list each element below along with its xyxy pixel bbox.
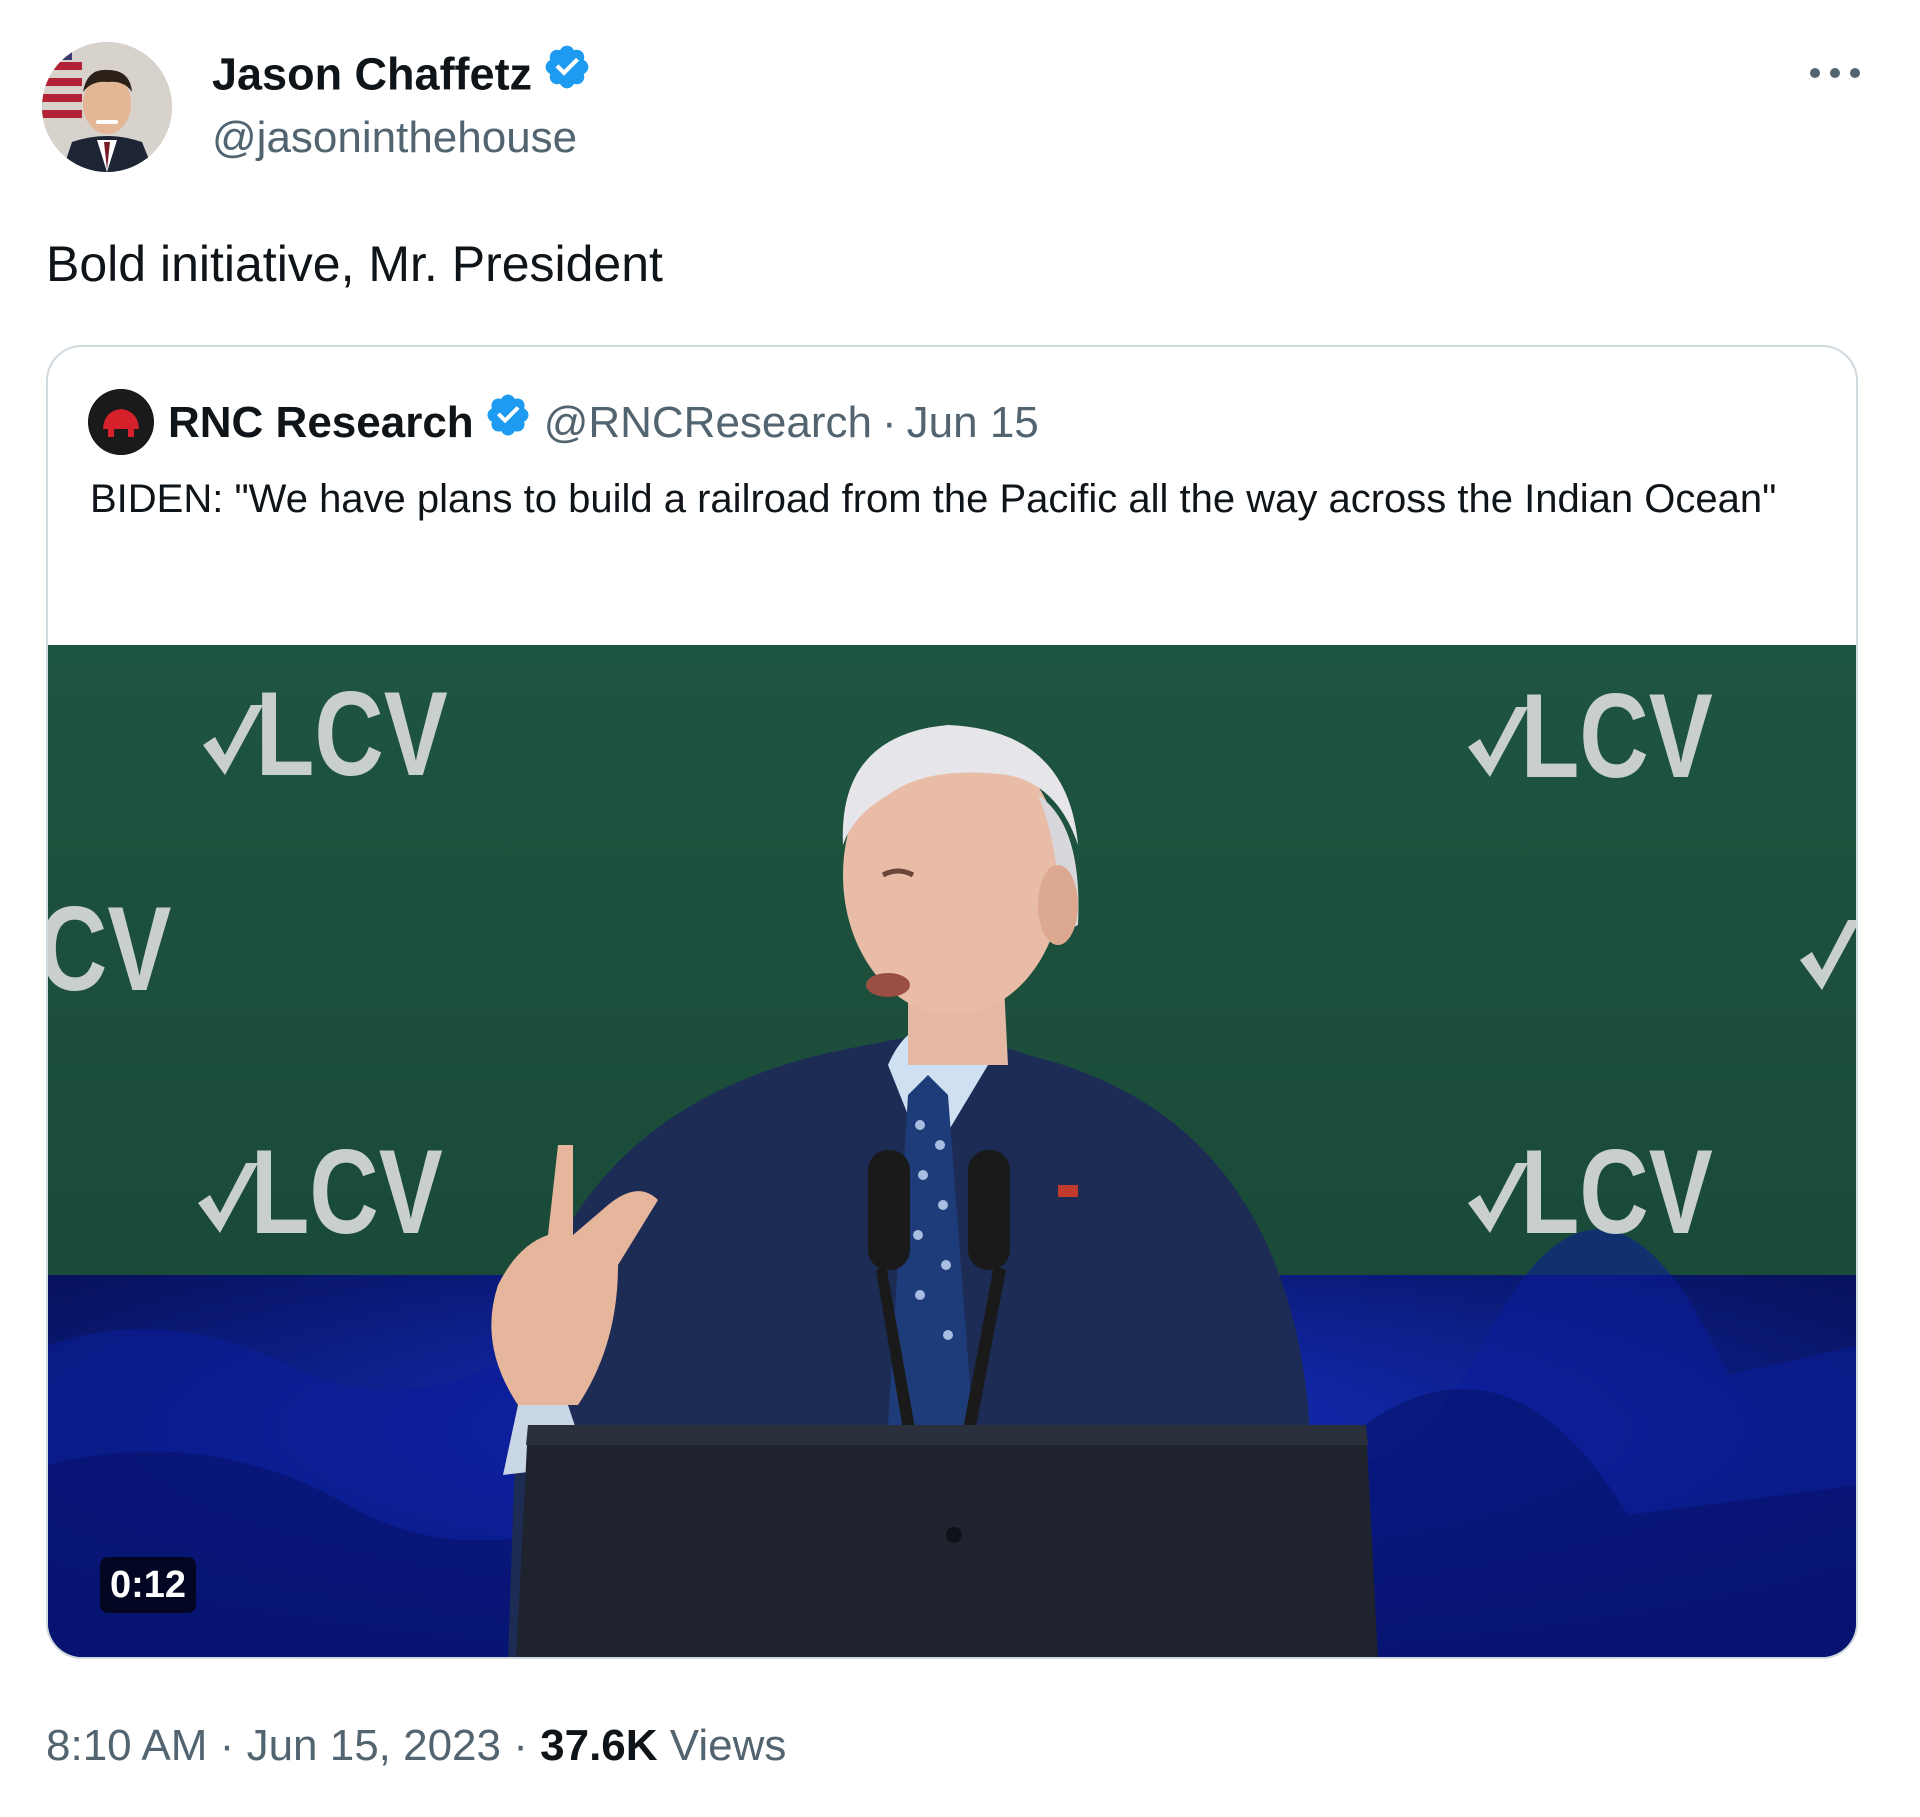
lcv-logo-text: LCV xyxy=(251,1126,443,1260)
more-options-button[interactable] xyxy=(1800,48,1870,98)
video-player[interactable]: LCV LCV LCV LCV CV 0:12 xyxy=(48,645,1856,1657)
tweet-text: Bold initiative, Mr. President xyxy=(46,236,663,292)
author-name-text: Jason Chaffetz xyxy=(212,48,533,100)
quoted-tweet-card[interactable]: RNC Research @RNCResearch · Jun 15 BIDEN… xyxy=(46,345,1858,1659)
more-horizontal-icon xyxy=(1810,68,1860,78)
video-thumbnail: LCV LCV LCV LCV CV xyxy=(48,645,1856,1657)
quoted-author-name[interactable]: RNC Research xyxy=(168,393,474,453)
quoted-author-handle[interactable]: @RNCResearch xyxy=(544,393,872,453)
views-count[interactable]: 37.6K xyxy=(540,1721,657,1770)
video-duration-badge: 0:12 xyxy=(100,1557,197,1613)
quoted-tweet-header: RNC Research @RNCResearch · Jun 15 xyxy=(168,391,1039,455)
lcv-logo-text: LCV xyxy=(256,668,448,802)
separator: · xyxy=(219,1721,235,1770)
verified-badge-icon xyxy=(484,391,532,455)
tweet-time[interactable]: 8:10 AM xyxy=(46,1721,207,1770)
tweet-date[interactable]: Jun 15, 2023 xyxy=(247,1721,501,1770)
tweet-meta: 8:10 AM · Jun 15, 2023 · 37.6K Views xyxy=(46,1716,786,1776)
quoted-tweet-text: BIDEN: "We have plans to build a railroa… xyxy=(90,477,1777,521)
verified-badge-icon xyxy=(542,42,592,105)
author-name[interactable]: Jason Chaffetz xyxy=(212,45,592,109)
quoted-author-avatar[interactable] xyxy=(88,389,154,455)
lcv-logo-text: LCV xyxy=(1521,1126,1713,1260)
author-avatar[interactable] xyxy=(42,42,172,172)
separator: · xyxy=(513,1721,528,1770)
quoted-tweet-date[interactable]: Jun 15 xyxy=(907,393,1039,453)
svg-text:CV: CV xyxy=(48,883,171,1017)
separator: · xyxy=(882,398,897,447)
tweet: Jason Chaffetz @jasoninthehouse Bold ini… xyxy=(0,0,1920,1817)
lcv-logo-text: LCV xyxy=(1521,670,1713,804)
views-label: Views xyxy=(669,1721,787,1770)
author-handle[interactable]: @jasoninthehouse xyxy=(212,110,577,166)
